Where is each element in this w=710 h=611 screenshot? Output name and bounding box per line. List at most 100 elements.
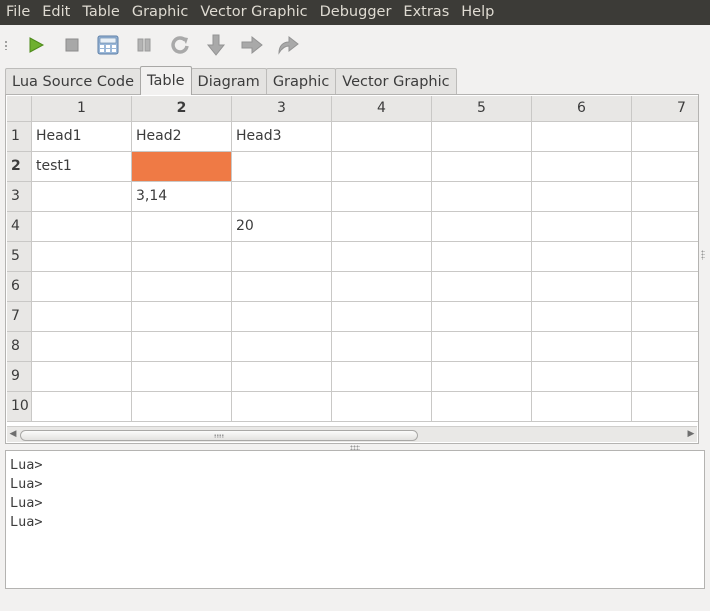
- scroll-right-icon[interactable]: ▶: [686, 429, 696, 440]
- horizontal-scrollbar[interactable]: ◀ ▶: [7, 426, 697, 442]
- row-header[interactable]: 6: [7, 272, 32, 302]
- table-cell[interactable]: Head1: [32, 122, 132, 152]
- table-cell[interactable]: [32, 182, 132, 212]
- restart-button[interactable]: [162, 30, 198, 60]
- table-cell[interactable]: [32, 332, 132, 362]
- table-cell[interactable]: [532, 182, 632, 212]
- row-header[interactable]: 8: [7, 332, 32, 362]
- table-cell[interactable]: [532, 212, 632, 242]
- table-cell[interactable]: 3,14: [132, 182, 232, 212]
- step-out-button[interactable]: [270, 30, 306, 60]
- row-header[interactable]: 9: [7, 362, 32, 392]
- table-cell[interactable]: [232, 362, 332, 392]
- table-cell[interactable]: [332, 392, 432, 422]
- table-cell[interactable]: [432, 212, 532, 242]
- menu-edit[interactable]: Edit: [36, 0, 76, 25]
- table-cell[interactable]: [332, 182, 432, 212]
- table-cell[interactable]: [332, 152, 432, 182]
- side-splitter-grip[interactable]: [701, 250, 705, 260]
- table-cell[interactable]: [532, 152, 632, 182]
- table-cell[interactable]: [432, 392, 532, 422]
- table-cell[interactable]: [632, 392, 698, 422]
- column-header[interactable]: 4: [332, 96, 432, 122]
- stop-button[interactable]: [54, 30, 90, 60]
- table-cell[interactable]: [332, 122, 432, 152]
- table-cell[interactable]: [32, 302, 132, 332]
- tab-vector-graphic[interactable]: Vector Graphic: [335, 68, 457, 95]
- tab-diagram[interactable]: Diagram: [190, 68, 267, 95]
- table-cell[interactable]: [332, 212, 432, 242]
- menu-vector-graphic[interactable]: Vector Graphic: [194, 0, 313, 25]
- table-cell[interactable]: [532, 242, 632, 272]
- table-cell[interactable]: [432, 122, 532, 152]
- menu-table[interactable]: Table: [76, 0, 126, 25]
- table-cell[interactable]: [632, 362, 698, 392]
- table-cell[interactable]: [32, 272, 132, 302]
- table-cell[interactable]: [232, 182, 332, 212]
- table-cell[interactable]: [332, 272, 432, 302]
- table-corner[interactable]: [7, 96, 32, 122]
- table-cell[interactable]: [32, 362, 132, 392]
- row-header[interactable]: 4: [7, 212, 32, 242]
- row-header[interactable]: 7: [7, 302, 32, 332]
- tab-graphic[interactable]: Graphic: [265, 68, 337, 95]
- table-cell[interactable]: [132, 332, 232, 362]
- menu-help[interactable]: Help: [455, 0, 500, 25]
- table-cell[interactable]: Head2: [132, 122, 232, 152]
- run-button[interactable]: [18, 30, 54, 60]
- column-header[interactable]: 3: [232, 96, 332, 122]
- table-cell[interactable]: [432, 242, 532, 272]
- table-cell[interactable]: [432, 302, 532, 332]
- column-header[interactable]: 7: [632, 96, 698, 122]
- table-cell[interactable]: [132, 242, 232, 272]
- table-cell[interactable]: [532, 272, 632, 302]
- table-cell[interactable]: [32, 242, 132, 272]
- table-cell[interactable]: [632, 272, 698, 302]
- table-cell[interactable]: [632, 212, 698, 242]
- table-cell[interactable]: [332, 242, 432, 272]
- table-cell[interactable]: [632, 182, 698, 212]
- pause-button[interactable]: [126, 30, 162, 60]
- table-cell[interactable]: [132, 362, 232, 392]
- column-header[interactable]: 2: [132, 96, 232, 122]
- table-cell[interactable]: [232, 332, 332, 362]
- table-cell[interactable]: [232, 392, 332, 422]
- table-cell[interactable]: [532, 122, 632, 152]
- table-cell[interactable]: [332, 332, 432, 362]
- row-header[interactable]: 1: [7, 122, 32, 152]
- table-cell[interactable]: [532, 332, 632, 362]
- table-cell[interactable]: [232, 302, 332, 332]
- scrollbar-thumb[interactable]: [20, 430, 418, 441]
- selected-cell[interactable]: [132, 152, 232, 182]
- step-over-button[interactable]: [234, 30, 270, 60]
- table-cell[interactable]: [632, 332, 698, 362]
- tab-table[interactable]: Table: [140, 66, 192, 95]
- row-header[interactable]: 5: [7, 242, 32, 272]
- table-cell[interactable]: [32, 212, 132, 242]
- table-cell[interactable]: [432, 182, 532, 212]
- table-cell[interactable]: [432, 362, 532, 392]
- row-header[interactable]: 3: [7, 182, 32, 212]
- calculator-button[interactable]: [90, 30, 126, 60]
- row-header[interactable]: 10: [7, 392, 32, 422]
- tab-lua-source-code[interactable]: Lua Source Code: [5, 68, 142, 95]
- table-cell[interactable]: [532, 302, 632, 332]
- table-cell[interactable]: [32, 392, 132, 422]
- table-cell[interactable]: [332, 362, 432, 392]
- menu-extras[interactable]: Extras: [397, 0, 455, 25]
- table-cell[interactable]: [232, 242, 332, 272]
- menu-debugger[interactable]: Debugger: [314, 0, 398, 25]
- table-cell[interactable]: [132, 302, 232, 332]
- table-cell[interactable]: test1: [32, 152, 132, 182]
- table-cell[interactable]: [432, 272, 532, 302]
- table-cell[interactable]: [332, 302, 432, 332]
- menu-graphic[interactable]: Graphic: [126, 0, 194, 25]
- table-cell[interactable]: [532, 392, 632, 422]
- table-cell[interactable]: [232, 272, 332, 302]
- table-cell[interactable]: [632, 302, 698, 332]
- table-cell[interactable]: [632, 242, 698, 272]
- toolbar-grip[interactable]: [4, 40, 8, 50]
- table-cell[interactable]: [532, 362, 632, 392]
- table-cell[interactable]: [132, 272, 232, 302]
- table-cell[interactable]: [132, 392, 232, 422]
